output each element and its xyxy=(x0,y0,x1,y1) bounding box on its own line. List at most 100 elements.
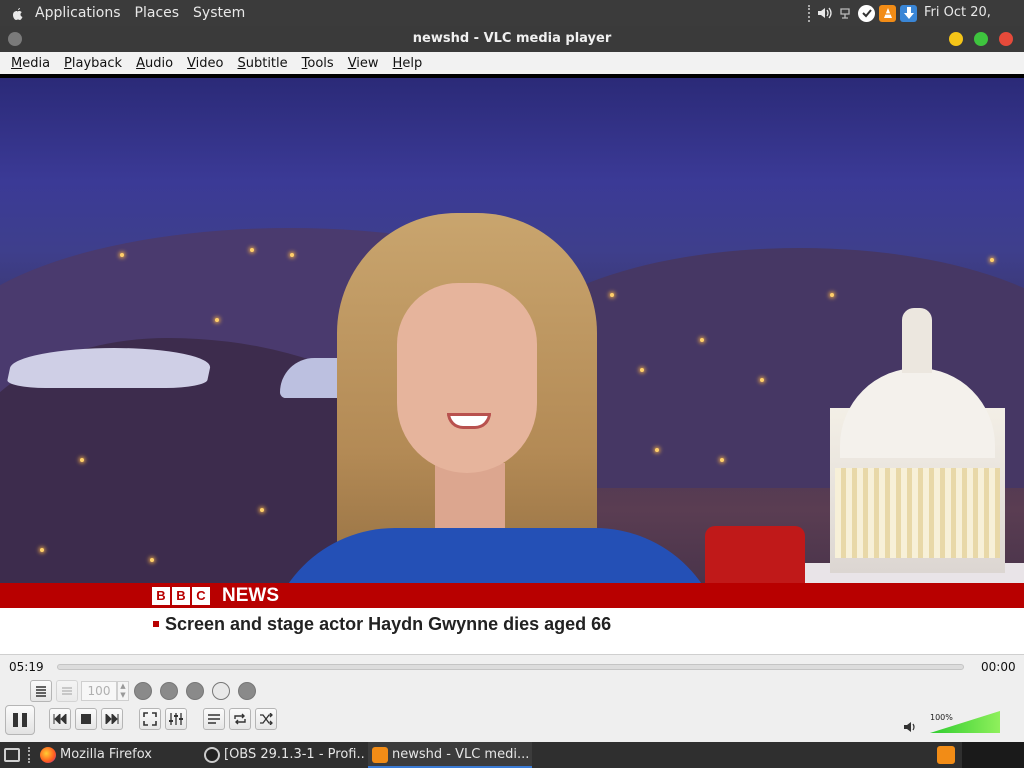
playback-controls: 05:19 00:00 100 ▲ ▼ 100% xyxy=(0,654,1024,742)
distro-logo-icon[interactable] xyxy=(9,5,25,21)
speaker-icon xyxy=(904,722,915,732)
menu-video[interactable]: Video xyxy=(180,56,230,71)
menu-view-label: iew xyxy=(356,55,379,71)
show-desktop-icon[interactable] xyxy=(4,748,20,762)
system-tray xyxy=(806,0,919,26)
taskbar-workspace-area xyxy=(962,742,1024,768)
vlc-tray-icon[interactable] xyxy=(879,4,896,22)
task-vlc[interactable]: newshd - VLC medi... xyxy=(368,742,532,768)
checkmark-icon[interactable] xyxy=(858,4,875,22)
pause-icon xyxy=(22,713,27,727)
record-button[interactable] xyxy=(134,682,152,700)
menu-help-label: elp xyxy=(402,55,423,71)
volume-percent: 100% xyxy=(930,713,953,722)
next-icon xyxy=(105,714,119,724)
applications-menu[interactable]: Applications xyxy=(28,0,128,26)
menu-view-mnemonic: V xyxy=(347,55,357,71)
equalizer-button[interactable] xyxy=(165,708,187,730)
bbc-logo-block: B xyxy=(152,587,170,605)
headline-bar: Screen and stage actor Haydn Gwynne dies… xyxy=(0,608,1024,654)
download-icon[interactable] xyxy=(900,4,917,22)
maximize-button[interactable] xyxy=(974,32,988,46)
city-light xyxy=(120,253,124,257)
task-label: Mozilla Firefox xyxy=(60,747,152,762)
frame-step-icon xyxy=(62,687,72,695)
window-title: newshd - VLC media player xyxy=(412,31,612,46)
menu-video-mnemonic: V xyxy=(187,55,196,71)
snapshot-button[interactable] xyxy=(160,682,178,700)
vlc-tray-icon[interactable] xyxy=(937,746,955,764)
frame-by-frame-button[interactable] xyxy=(238,682,256,700)
stadium xyxy=(5,348,215,388)
capitol-dome xyxy=(840,368,995,458)
menu-subtitle-label: ubtitle xyxy=(245,55,288,71)
headline-text: Screen and stage actor Haydn Gwynne dies… xyxy=(165,614,612,634)
speed-stepper[interactable]: ▲ ▼ xyxy=(117,681,129,701)
menu-audio[interactable]: Audio xyxy=(129,56,180,71)
extended-settings-button[interactable] xyxy=(212,682,230,700)
menu-media[interactable]: Media xyxy=(4,56,57,71)
news-strap: B B C NEWS xyxy=(0,583,1024,608)
city-light xyxy=(40,548,44,552)
frame-step-button[interactable] xyxy=(56,680,78,702)
speed-input[interactable]: 100 xyxy=(81,681,117,701)
capitol-lantern xyxy=(902,308,932,373)
time-total[interactable]: 00:00 xyxy=(981,660,1016,674)
obs-icon xyxy=(204,747,220,763)
next-button[interactable] xyxy=(101,708,123,730)
mute-button[interactable] xyxy=(904,721,917,736)
video-frame: B B C NEWS Screen and stage actor Haydn … xyxy=(0,78,1024,654)
menu-playback-label: layback xyxy=(71,55,123,71)
menu-subtitle[interactable]: Subtitle xyxy=(230,56,294,71)
menu-playback[interactable]: Playback xyxy=(57,56,129,71)
vlc-icon xyxy=(372,747,388,763)
tray-separator-icon xyxy=(808,4,812,22)
stop-button[interactable] xyxy=(75,708,97,730)
pause-button[interactable] xyxy=(5,705,35,735)
fullscreen-icon xyxy=(143,712,157,726)
top-panel: Applications Places System Fri Oct 20, 1… xyxy=(0,0,1024,46)
close-button[interactable] xyxy=(999,32,1013,46)
previous-icon xyxy=(53,714,67,724)
minimize-button[interactable] xyxy=(949,32,963,46)
video-output[interactable]: B B C NEWS Screen and stage actor Haydn … xyxy=(0,74,1024,654)
shuffle-button[interactable] xyxy=(255,708,277,730)
previous-button[interactable] xyxy=(49,708,71,730)
presenter-face xyxy=(397,283,537,473)
menu-media-mnemonic: M xyxy=(11,55,23,71)
taskbar-separator xyxy=(28,747,32,763)
city-light xyxy=(215,318,219,322)
window-title-bar[interactable]: newshd - VLC media player xyxy=(0,26,1024,52)
menu-tools[interactable]: Tools xyxy=(295,56,341,71)
city-light xyxy=(990,258,994,262)
loop-button[interactable] xyxy=(229,708,251,730)
time-elapsed[interactable]: 05:19 xyxy=(9,660,44,674)
loop-icon xyxy=(234,713,246,725)
volume-icon[interactable] xyxy=(816,5,833,22)
task-label: newshd - VLC medi... xyxy=(392,747,530,762)
menu-tools-label: ools xyxy=(307,55,334,71)
taskbar: Mozilla Firefox [OBS 29.1.3-1 - Profi...… xyxy=(0,742,1024,768)
playlist-icon xyxy=(208,714,220,724)
menu-audio-label: udio xyxy=(144,55,174,71)
equalizer-icon xyxy=(169,713,183,725)
bbc-logo-block: B xyxy=(172,587,190,605)
task-firefox[interactable]: Mozilla Firefox xyxy=(36,742,196,768)
vlc-menu-bar: Media Playback Audio Video Subtitle Tool… xyxy=(0,52,1024,74)
shuffle-icon xyxy=(260,713,273,725)
system-menu[interactable]: System xyxy=(186,0,252,26)
menu-help[interactable]: Help xyxy=(386,56,430,71)
playlist-button[interactable] xyxy=(203,708,225,730)
playlist-toggle-button[interactable] xyxy=(30,680,52,702)
menu-media-label: edia xyxy=(22,55,51,71)
city-light xyxy=(250,248,254,252)
task-label: [OBS 29.1.3-1 - Profi... xyxy=(224,747,366,762)
network-icon[interactable] xyxy=(837,5,854,22)
task-obs[interactable]: [OBS 29.1.3-1 - Profi... xyxy=(200,742,366,768)
fullscreen-button[interactable] xyxy=(139,708,161,730)
loop-ab-button[interactable] xyxy=(186,682,204,700)
menu-view[interactable]: View xyxy=(341,56,386,71)
seek-slider[interactable] xyxy=(57,664,964,670)
menu-playback-mnemonic: P xyxy=(64,55,72,71)
places-menu[interactable]: Places xyxy=(128,0,187,26)
